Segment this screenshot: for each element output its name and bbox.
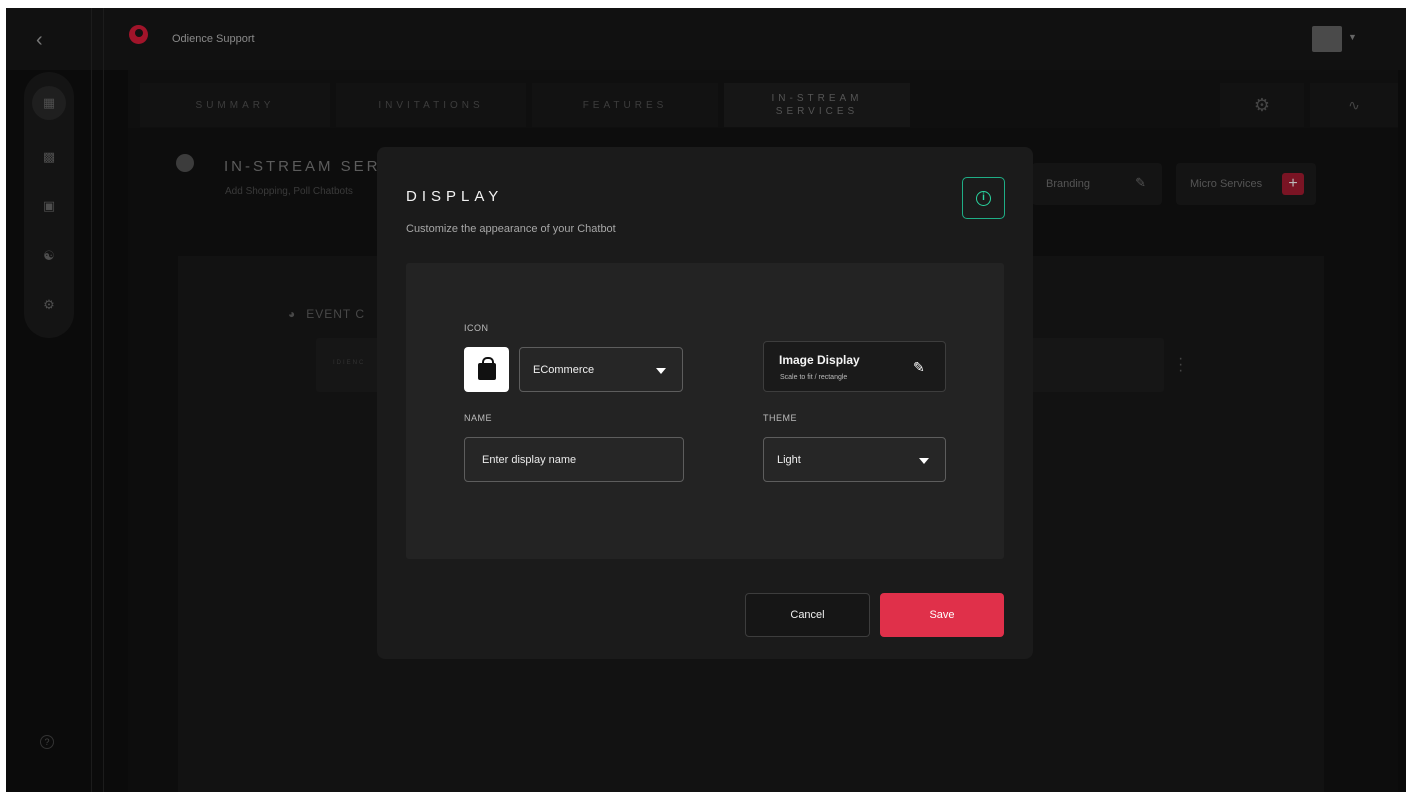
devices-icon[interactable]: ▣	[24, 198, 74, 214]
modal-title: DISPLAY	[406, 188, 504, 205]
divider	[91, 8, 92, 792]
icon-preview[interactable]	[464, 347, 509, 392]
cancel-button[interactable]: Cancel	[745, 593, 870, 637]
page-subtitle: Add Shopping, Poll Chatbots	[225, 186, 353, 197]
info-icon: i	[976, 190, 991, 206]
tab-summary[interactable]: SUMMARY	[140, 83, 330, 127]
caret-down-icon	[656, 368, 666, 374]
caret-down-icon	[919, 458, 929, 464]
icon-select-value: ECommerce	[533, 363, 595, 376]
more-options-icon[interactable]: · · ·	[1178, 351, 1183, 379]
image-display-button[interactable]: Image Display Scale to fit / rectangle ✎	[763, 341, 946, 392]
divider	[103, 8, 104, 792]
tab-bar: SUMMARY INVITATIONS FEATURES IN-STREAM S…	[128, 70, 1398, 128]
in-stream-services-icon	[176, 154, 194, 172]
name-label: NAME	[464, 413, 493, 423]
event-label-text: EVENT C	[306, 307, 366, 321]
film-icon[interactable]: ▩	[24, 149, 74, 165]
theme-select[interactable]: Light	[763, 437, 946, 482]
modal-subtitle: Customize the appearance of your Chatbot	[406, 223, 616, 235]
info-button[interactable]: i	[962, 177, 1005, 219]
chevron-down-icon[interactable]: ▼	[1348, 32, 1357, 42]
display-name-input[interactable]: Enter display name	[464, 437, 684, 482]
image-display-subtitle: Scale to fit / rectangle	[780, 374, 848, 381]
theme-label: THEME	[763, 413, 797, 423]
theme-select-value: Light	[777, 453, 801, 466]
save-button[interactable]: Save	[880, 593, 1004, 637]
sidebar: ▦ ▩ ▣ ☯ ⚙	[24, 72, 74, 338]
icon-label: ICON	[464, 323, 489, 333]
branding-label: Branding	[1046, 178, 1091, 190]
calendar-icon[interactable]: ▦	[24, 95, 74, 111]
settings-gear-icon[interactable]: ⚙	[1220, 83, 1304, 127]
page-title: IN-STREAM SERV	[224, 158, 394, 175]
micro-services-label: Micro Services	[1190, 178, 1263, 190]
users-icon[interactable]: ☯	[24, 248, 74, 264]
analytics-chart-icon[interactable]: ∿	[1310, 83, 1398, 127]
list-item-text: IDIENC	[333, 360, 366, 366]
branding-button[interactable]: Branding ✎	[1032, 163, 1162, 205]
micro-services-button[interactable]: Micro Services +	[1176, 163, 1316, 205]
image-display-title: Image Display	[779, 353, 860, 367]
pen-icon: ✎	[1135, 175, 1146, 190]
gear-icon[interactable]: ⚙	[24, 297, 74, 313]
user-avatar[interactable]	[1312, 26, 1342, 52]
tab-features[interactable]: FEATURES	[532, 83, 718, 127]
tab-in-stream-services[interactable]: IN-STREAM SERVICES	[724, 83, 910, 127]
org-name: Odience Support	[172, 33, 255, 45]
app-window: ‹ Odience Support ▼ ▦ ▩ ▣ ☯ ⚙ ? SUMMARY …	[6, 8, 1406, 792]
icon-select[interactable]: ECommerce	[519, 347, 683, 392]
display-modal: DISPLAY Customize the appearance of your…	[377, 147, 1033, 659]
display-name-placeholder: Enter display name	[482, 453, 577, 466]
tab-invitations[interactable]: INVITATIONS	[336, 83, 526, 127]
pencil-icon: ✎	[913, 359, 925, 375]
back-arrow-icon[interactable]: ‹	[36, 30, 43, 50]
help-icon[interactable]: ?	[40, 735, 54, 749]
odience-logo-icon	[129, 25, 148, 44]
plus-icon[interactable]: +	[1282, 173, 1304, 195]
display-settings-panel: ICON ECommerce Image Display Scale to fi…	[406, 263, 1004, 559]
shopping-bag-icon	[477, 357, 496, 380]
eye-icon: ◕	[288, 307, 297, 321]
event-section-label: ◕ EVENT C	[288, 307, 365, 321]
